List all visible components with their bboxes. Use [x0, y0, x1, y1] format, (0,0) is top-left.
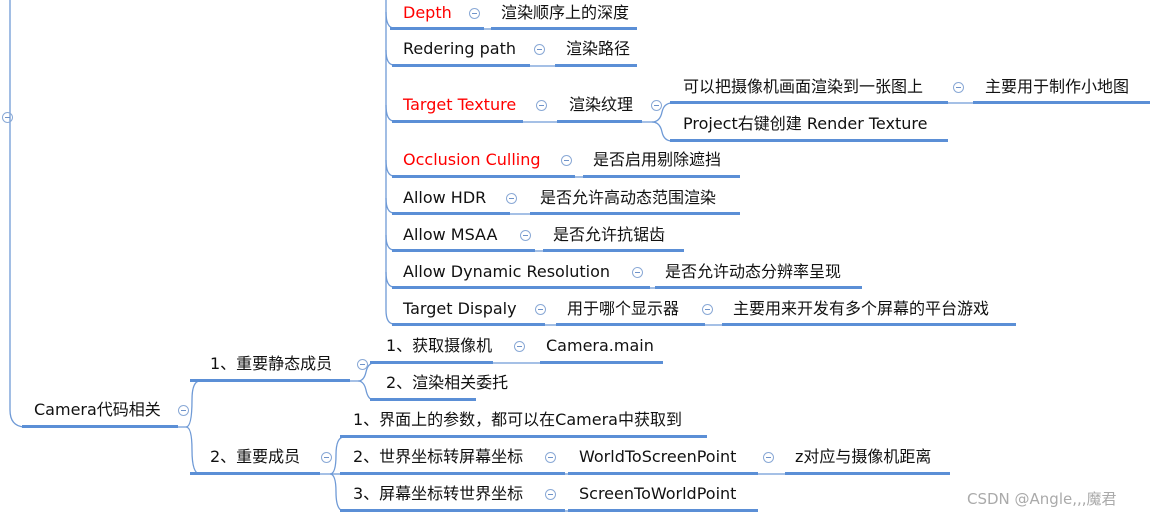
node-static-members[interactable]: 1、重要静态成员 [210, 353, 332, 375]
node-screen-to-world-point[interactable]: ScreenToWorldPoint [579, 483, 736, 505]
underline [340, 435, 707, 438]
collapse-icon[interactable] [178, 405, 189, 416]
underline [190, 472, 320, 475]
collapse-icon[interactable] [651, 100, 662, 111]
collapse-icon[interactable] [535, 304, 546, 315]
underline [540, 361, 663, 364]
underline [190, 379, 350, 382]
node-minimap[interactable]: 主要用于制作小地图 [985, 76, 1129, 98]
node-world-to-screen[interactable]: 2、世界坐标转屏幕坐标 [353, 446, 523, 468]
underline [370, 361, 493, 364]
underline [392, 175, 575, 178]
collapse-icon[interactable] [357, 359, 368, 370]
underline [670, 139, 948, 142]
underline [392, 286, 650, 289]
collapse-icon[interactable] [520, 230, 531, 241]
collapse-icon[interactable] [534, 44, 545, 55]
underline [370, 398, 476, 401]
collapse-icon[interactable] [506, 193, 517, 204]
mind-map-canvas: Depth 渲染顺序上的深度 Redering path 渲染路径 Target… [0, 0, 1159, 518]
node-depth[interactable]: Depth [403, 2, 452, 24]
node-world-to-screen-point[interactable]: WorldToScreenPoint [579, 446, 736, 468]
collapse-icon[interactable] [545, 489, 556, 500]
underline [568, 509, 758, 512]
underline [392, 249, 535, 252]
collapse-icon[interactable] [763, 452, 774, 463]
collapse-icon[interactable] [469, 8, 480, 19]
underline [555, 64, 637, 67]
node-msaa-desc[interactable]: 是否允许抗锯齿 [553, 224, 665, 246]
underline [557, 120, 642, 123]
watermark: CSDN @Angle,,,魔君 [967, 490, 1117, 508]
underline [556, 323, 705, 326]
underline [530, 212, 740, 215]
node-occlusion-culling[interactable]: Occlusion Culling [403, 149, 541, 171]
node-render-to-image[interactable]: 可以把摄像机画面渲染到一张图上 [683, 76, 923, 98]
underline [390, 27, 484, 30]
collapse-icon[interactable] [514, 341, 525, 352]
node-multi-screen[interactable]: 主要用来开发有多个屏幕的平台游戏 [733, 298, 989, 320]
node-camera-main[interactable]: Camera.main [546, 335, 654, 357]
node-render-delegates[interactable]: 2、渲染相关委托 [386, 372, 508, 394]
node-allow-dynamic-resolution[interactable]: Allow Dynamic Resolution [403, 261, 610, 283]
underline [785, 472, 950, 475]
node-target-display-desc[interactable]: 用于哪个显示器 [567, 298, 679, 320]
node-depth-desc[interactable]: 渲染顺序上的深度 [501, 2, 629, 24]
collapse-icon[interactable] [953, 82, 964, 93]
collapse-icon[interactable] [536, 100, 547, 111]
collapse-icon[interactable] [561, 155, 572, 166]
node-important-members[interactable]: 2、重要成员 [210, 446, 300, 468]
underline [340, 509, 565, 512]
node-target-display[interactable]: Target Dispaly [403, 298, 517, 320]
collapse-icon[interactable] [702, 304, 713, 315]
underline [392, 64, 530, 67]
underline [22, 425, 178, 428]
node-get-camera[interactable]: 1、获取摄像机 [386, 335, 492, 357]
underline [392, 212, 510, 215]
underline [340, 472, 565, 475]
node-occlusion-desc[interactable]: 是否启用剔除遮挡 [593, 149, 721, 171]
underline [392, 323, 545, 326]
collapse-icon[interactable] [321, 452, 332, 463]
underline [973, 101, 1150, 104]
node-target-texture-desc[interactable]: 渲染纹理 [569, 94, 633, 116]
underline [583, 175, 740, 178]
node-create-render-texture[interactable]: Project右键创建 Render Texture [683, 113, 927, 135]
underline [568, 472, 758, 475]
node-camera-code[interactable]: Camera代码相关 [34, 399, 161, 421]
underline [655, 286, 862, 289]
collapse-icon[interactable] [545, 452, 556, 463]
underline [670, 101, 948, 104]
collapse-icon[interactable] [2, 112, 13, 123]
node-allow-msaa[interactable]: Allow MSAA [403, 224, 497, 246]
underline [543, 249, 684, 252]
node-allow-hdr[interactable]: Allow HDR [403, 187, 486, 209]
underline [491, 27, 637, 30]
node-ui-params[interactable]: 1、界面上的参数，都可以在Camera中获取到 [353, 409, 682, 431]
underline [392, 120, 523, 123]
collapse-icon[interactable] [632, 267, 643, 278]
node-hdr-desc[interactable]: 是否允许高动态范围渲染 [540, 187, 716, 209]
underline [722, 323, 1016, 326]
node-target-texture[interactable]: Target Texture [403, 94, 516, 116]
node-rendering-path-desc[interactable]: 渲染路径 [566, 38, 630, 60]
node-z-distance[interactable]: z对应与摄像机距离 [795, 446, 931, 468]
node-dynamic-resolution-desc[interactable]: 是否允许动态分辨率呈现 [665, 261, 841, 283]
node-screen-to-world[interactable]: 3、屏幕坐标转世界坐标 [353, 483, 523, 505]
node-rendering-path[interactable]: Redering path [403, 38, 516, 60]
